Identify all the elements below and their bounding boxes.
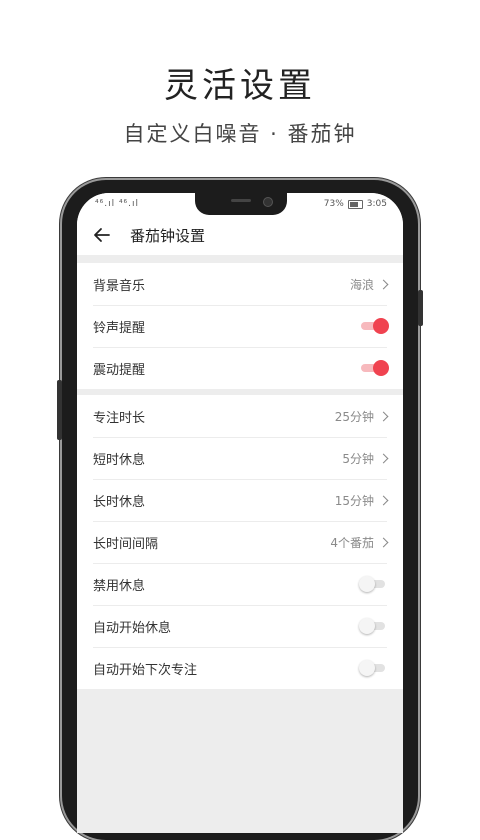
toggle-knob: [359, 660, 375, 676]
phone-screen: ⁴⁶.ıl ⁴⁶.ıl 73% 3:05 番茄钟设置 背景音乐 海浪铃声提醒震动提…: [77, 193, 403, 833]
setting-value[interactable]: 25分钟: [334, 408, 389, 425]
battery-icon: [347, 199, 363, 209]
page-title: 番茄钟设置: [130, 226, 206, 245]
settings-row[interactable]: 短时休息 5分钟: [77, 437, 403, 479]
settings-row[interactable]: 背景音乐 海浪: [77, 263, 403, 305]
signal-indicator: ⁴⁶.ıl ⁴⁶.ıl: [95, 199, 140, 209]
battery-percent: 73%: [323, 199, 344, 209]
power-button: [418, 290, 423, 326]
setting-value-text: 4个番茄: [330, 535, 374, 550]
chevron-right-icon: [378, 411, 389, 421]
setting-value-text: 15分钟: [334, 493, 374, 508]
settings-row[interactable]: 铃声提醒: [77, 305, 403, 347]
settings-row[interactable]: 震动提醒: [77, 347, 403, 389]
toggle-knob: [373, 318, 389, 334]
setting-label: 震动提醒: [93, 362, 146, 378]
setting-label: 自动开始休息: [93, 620, 172, 636]
promo-subline: 自定义白噪音 · 番茄钟: [123, 122, 357, 146]
volume-button: [57, 380, 62, 440]
toggle-switch[interactable]: [361, 318, 389, 334]
setting-value-text: 5分钟: [342, 451, 374, 466]
clock: 3:05: [366, 199, 387, 209]
settings-group-alerts: 背景音乐 海浪铃声提醒震动提醒: [77, 263, 403, 389]
setting-value-text: 海浪: [349, 277, 374, 292]
toggle-switch[interactable]: [361, 360, 389, 376]
setting-label: 短时休息: [93, 452, 146, 468]
setting-value[interactable]: 15分钟: [334, 492, 389, 509]
setting-value[interactable]: 5分钟: [342, 450, 389, 467]
settings-row[interactable]: 长时间间隔 4个番茄: [77, 521, 403, 563]
toggle-knob: [359, 576, 375, 592]
chevron-right-icon: [378, 453, 389, 463]
toggle-knob: [359, 618, 375, 634]
camera-notch: [195, 193, 287, 215]
toggle-knob: [373, 360, 389, 376]
settings-row[interactable]: 禁用休息: [77, 563, 403, 605]
chevron-right-icon: [378, 495, 389, 505]
back-arrow-icon[interactable]: [92, 225, 112, 245]
setting-value[interactable]: 海浪: [349, 276, 389, 293]
setting-value-text: 25分钟: [334, 409, 374, 424]
settings-group-timer: 专注时长 25分钟短时休息 5分钟长时休息 15分钟长时间间隔 4个番茄禁用休息自动开始…: [77, 395, 403, 689]
chevron-right-icon: [378, 279, 389, 289]
setting-label: 专注时长: [93, 410, 146, 426]
toggle-switch[interactable]: [359, 618, 387, 634]
setting-label: 长时休息: [93, 494, 146, 510]
setting-label: 禁用休息: [93, 578, 146, 594]
settings-row[interactable]: 自动开始休息: [77, 605, 403, 647]
setting-label: 铃声提醒: [93, 320, 146, 336]
setting-value[interactable]: 4个番茄: [330, 534, 389, 551]
setting-label: 自动开始下次专注: [93, 662, 198, 678]
promo-headline: 灵活设置: [164, 66, 316, 106]
setting-label: 背景音乐: [93, 278, 146, 294]
toggle-switch[interactable]: [359, 576, 387, 592]
toggle-switch[interactable]: [359, 660, 387, 676]
settings-row[interactable]: 自动开始下次专注: [77, 647, 403, 689]
camera-icon: [263, 197, 273, 207]
settings-row[interactable]: 专注时长 25分钟: [77, 395, 403, 437]
setting-label: 长时间间隔: [93, 536, 159, 552]
chevron-right-icon: [378, 537, 389, 547]
earpiece: [231, 199, 251, 202]
settings-row[interactable]: 长时休息 15分钟: [77, 479, 403, 521]
app-bar: 番茄钟设置: [77, 215, 403, 255]
